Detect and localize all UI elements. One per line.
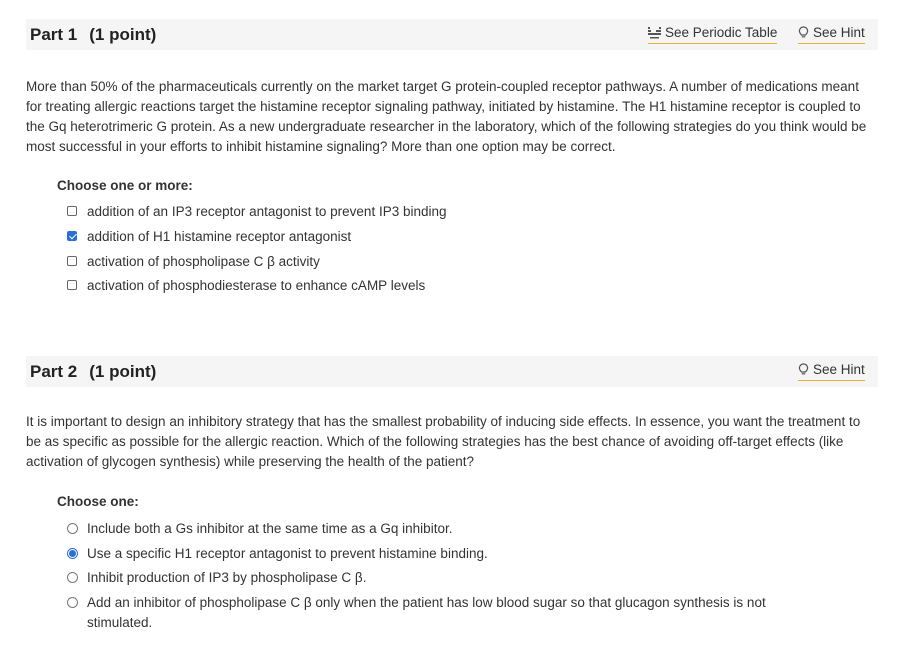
part2-title-text: Part 2 <box>30 362 78 381</box>
option-label: activation of phosphodiesterase to enhan… <box>87 278 426 293</box>
part2-question: It is important to design an inhibitory … <box>26 414 861 469</box>
option-checkbox-checked[interactable] <box>67 231 77 241</box>
option-radio[interactable] <box>67 597 78 608</box>
part2-title: Part 2 (1 point) <box>30 362 156 382</box>
option-checkbox[interactable] <box>67 206 77 216</box>
part1-points: (1 point) <box>89 25 157 44</box>
lightbulb-icon <box>798 363 809 379</box>
option-checkbox[interactable] <box>67 280 77 290</box>
periodic-table-icon <box>648 27 661 42</box>
part1-option-4[interactable]: activation of phosphodiesterase to enhan… <box>67 276 827 296</box>
part1-option-2[interactable]: addition of H1 histamine receptor antago… <box>67 227 827 247</box>
option-label: activation of phospholipase C β activity <box>87 254 320 269</box>
part1-option-1[interactable]: addition of an IP3 receptor antagonist t… <box>67 202 827 222</box>
part1-header: Part 1 (1 point) See Periodic Table See H… <box>26 19 878 50</box>
option-label: addition of H1 histamine receptor antago… <box>87 229 352 244</box>
part1-option-3[interactable]: activation of phospholipase C β activity <box>67 252 827 272</box>
option-label: Use a specific H1 receptor antagonist to… <box>87 546 488 561</box>
option-label: Include both a Gs inhibitor at the same … <box>87 521 453 536</box>
option-label: Inhibit production of IP3 by phospholipa… <box>87 570 367 585</box>
part1-title: Part 1 (1 point) <box>30 25 156 45</box>
part1-question: More than 50% of the pharmaceuticals cur… <box>26 79 867 154</box>
part2-see-hint-label: See Hint <box>813 362 865 377</box>
part2-header: Part 2 (1 point) See Hint <box>26 356 878 387</box>
part2-choose-label: Choose one: <box>57 494 139 509</box>
option-radio-selected[interactable] <box>67 548 78 559</box>
option-radio[interactable] <box>67 572 78 583</box>
part1-see-hint-link[interactable]: See Hint <box>798 25 865 44</box>
part2-option-1[interactable]: Include both a Gs inhibitor at the same … <box>67 519 827 539</box>
part1-see-hint-label: See Hint <box>813 25 865 40</box>
part2-option-3[interactable]: Inhibit production of IP3 by phospholipa… <box>67 568 827 588</box>
part2-points: (1 point) <box>89 362 157 381</box>
option-label: Add an inhibitor of phospholipase C β on… <box>87 595 766 630</box>
lightbulb-icon <box>798 26 809 42</box>
option-checkbox[interactable] <box>67 256 77 266</box>
option-label: addition of an IP3 receptor antagonist t… <box>87 204 447 219</box>
part2-option-4[interactable]: Add an inhibitor of phospholipase C β on… <box>67 593 766 633</box>
part2-see-hint-link[interactable]: See Hint <box>798 362 865 381</box>
option-radio[interactable] <box>67 523 78 534</box>
see-periodic-table-link[interactable]: See Periodic Table <box>648 25 778 44</box>
part1-choose-label: Choose one or more: <box>57 178 193 193</box>
part2-option-2[interactable]: Use a specific H1 receptor antagonist to… <box>67 544 827 564</box>
part1-title-text: Part 1 <box>30 25 78 44</box>
see-periodic-table-label: See Periodic Table <box>665 25 778 40</box>
